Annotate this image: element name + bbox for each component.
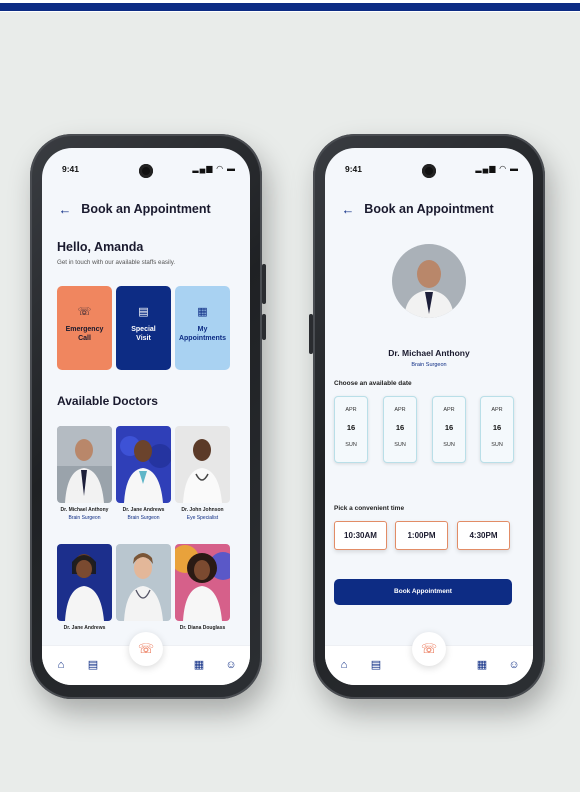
doctor-name: Dr. Diana Douglass	[179, 625, 226, 631]
date-option[interactable]: APR 16 SUN	[383, 396, 417, 463]
date-weekday: SUN	[394, 442, 406, 448]
doctor-photo	[175, 426, 230, 503]
doctor-avatar	[392, 244, 466, 318]
date-day: 16	[444, 423, 454, 432]
doctor-card[interactable]: Dr. Jane Andrews	[57, 544, 112, 633]
clipboard-icon[interactable]: ▤	[369, 658, 383, 672]
emergency-label-2: Call	[78, 335, 91, 342]
bottom-nav: ⌂ ▤ ☏ ▦ ☺	[325, 632, 533, 685]
appointments-label-2: Appointments	[178, 335, 227, 342]
date-day: 16	[395, 423, 405, 432]
app-header: ← Book an Appointment	[42, 200, 250, 220]
doctor-name: Dr. Jane Andrews	[63, 625, 106, 631]
power-button	[262, 314, 266, 340]
phone-icon: ☏	[420, 641, 438, 656]
doctor-specialty: Brain Surgeon	[68, 515, 101, 521]
date-weekday: SUN	[491, 442, 503, 448]
book-appointment-button[interactable]: Book Appointment	[334, 579, 512, 605]
calendar-icon[interactable]: ▦	[475, 658, 489, 672]
doctor-photo	[57, 544, 112, 621]
home-icon[interactable]: ⌂	[337, 658, 351, 672]
phone-icon: ☏	[137, 641, 155, 656]
booking-screen: 9:41 ▂▄▆ ◠ ▬ ← Book an Appointment Dr. M…	[325, 148, 533, 685]
special-label-1: Special	[131, 326, 156, 333]
emergency-call-button[interactable]: ☏	[412, 632, 446, 666]
doctor-card[interactable]: Dr. Jane Andrews Brain Surgeon	[116, 426, 171, 521]
top-banner	[0, 0, 580, 12]
emergency-call-card[interactable]: ☏ Emergency Call	[57, 286, 112, 370]
time-slot[interactable]: 10:30AM	[334, 521, 387, 550]
doctor-specialty: Eye Specialist	[186, 515, 219, 521]
app-header: ← Book an Appointment	[325, 200, 533, 220]
doctor-photo	[175, 544, 230, 621]
doctor-specialty: Brain Surgeon	[127, 515, 160, 521]
date-option[interactable]: APR 16 SUN	[334, 396, 368, 463]
doctor-photo	[57, 426, 112, 503]
profile-icon[interactable]: ☺	[224, 658, 238, 672]
front-camera	[422, 164, 436, 178]
calendar-icon: ▦	[197, 306, 208, 318]
doctor-name: Dr. Michael Anthony	[60, 507, 109, 513]
date-month: APR	[345, 407, 357, 413]
date-option[interactable]: APR 16 SUN	[432, 396, 466, 463]
section-title: Available Doctors	[57, 394, 158, 408]
profile-icon[interactable]: ☺	[507, 658, 521, 672]
clipboard-icon[interactable]: ▤	[86, 658, 100, 672]
volume-button	[309, 314, 313, 354]
page-title: Book an Appointment	[81, 202, 211, 216]
appointments-label-1: My	[197, 326, 208, 333]
calendar-icon[interactable]: ▦	[192, 658, 206, 672]
date-day: 16	[346, 423, 356, 432]
page-title: Book an Appointment	[364, 202, 494, 216]
time-label: Pick a convenient time	[334, 505, 405, 512]
front-camera	[139, 164, 153, 178]
my-appointments-card[interactable]: ▦ My Appointments	[175, 286, 230, 370]
status-icons: ▂▄▆ ◠ ▬	[475, 164, 519, 173]
greeting-title: Hello, Amanda	[57, 240, 144, 254]
home-screen: 9:41 ▂▄▆ ◠ ▬ ← Book an Appointment Hello…	[42, 148, 250, 685]
date-weekday: SUN	[345, 442, 357, 448]
emergency-label-1: Emergency	[65, 326, 104, 333]
doctor-card[interactable]: Dr. John Johnson Eye Specialist	[175, 426, 230, 521]
special-visit-card[interactable]: ▤ Special Visit	[116, 286, 171, 370]
date-picker: APR 16 SUN APR 16 SUN APR 16 SUN APR 16 …	[334, 396, 519, 463]
date-month: APR	[491, 407, 503, 413]
date-option[interactable]: APR 16 SUN	[480, 396, 514, 463]
doctor-card[interactable]: Dr. Diana Douglass	[175, 544, 230, 633]
date-month: APR	[394, 407, 406, 413]
bottom-nav: ⌂ ▤ ☏ ▦ ☺	[42, 632, 250, 685]
phone-frame-left: 9:41 ▂▄▆ ◠ ▬ ← Book an Appointment Hello…	[30, 134, 266, 699]
volume-button	[262, 264, 266, 304]
doctor-specialty: Brain Surgeon	[411, 362, 447, 368]
quick-actions: ☏ Emergency Call ▤ Special Visit ▦ My Ap…	[57, 286, 233, 370]
phone-icon: ☏	[77, 306, 92, 318]
date-label: Choose an available date	[334, 380, 412, 387]
date-weekday: SUN	[443, 442, 455, 448]
doctor-photo	[116, 544, 171, 621]
time-picker: 10:30AM 1:00PM 4:30PM	[334, 521, 519, 551]
doctor-photo	[116, 426, 171, 503]
greeting-subtitle: Get in touch with our available staffs e…	[57, 259, 176, 266]
time-slot[interactable]: 1:00PM	[395, 521, 448, 550]
home-icon[interactable]: ⌂	[54, 658, 68, 672]
status-icons: ▂▄▆ ◠ ▬	[192, 164, 236, 173]
time-slot[interactable]: 4:30PM	[457, 521, 510, 550]
doctor-card[interactable]: Dr. Michael Anthony Brain Surgeon	[57, 426, 112, 521]
emergency-call-button[interactable]: ☏	[129, 632, 163, 666]
phone-frame-right: 9:41 ▂▄▆ ◠ ▬ ← Book an Appointment Dr. M…	[309, 134, 545, 699]
doctor-card[interactable]	[116, 544, 171, 625]
doctor-name: Dr. Jane Andrews	[122, 507, 165, 513]
date-month: APR	[443, 407, 455, 413]
date-day: 16	[492, 423, 502, 432]
doctor-name: Dr. John Johnson	[181, 507, 224, 513]
clipboard-icon: ▤	[138, 306, 149, 318]
doctor-name: Dr. Michael Anthony	[388, 348, 470, 358]
status-time: 9:41	[345, 164, 363, 174]
status-time: 9:41	[62, 164, 80, 174]
special-label-2: Visit	[136, 335, 151, 342]
